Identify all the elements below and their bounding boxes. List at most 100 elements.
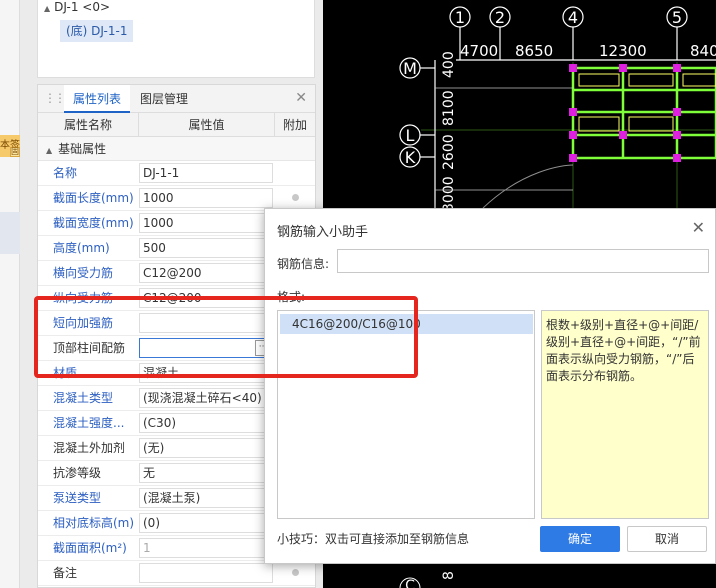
property-name: 混凝土类型 [53,391,114,405]
rebar-info-label: 钢筋信息: [277,257,330,271]
tree-node-child-selected[interactable]: (底) DJ-1-1 [60,20,134,42]
dialog-title: 钢筋输入小助手 [277,225,369,240]
attach-radio[interactable] [292,194,299,201]
property-value-cell: (C30) [139,411,275,435]
property-value-text: (无) [143,441,165,455]
property-value-cell: 1 [139,536,275,560]
dim-top-3: 12300 [599,42,647,60]
dim-left-4: 3000 [441,176,457,212]
property-value-text: (混凝土泵) [143,491,201,505]
dim-left-1: 400 [441,51,457,78]
property-value-input[interactable] [139,563,273,583]
property-value-cell: (无) [139,436,275,460]
property-value-text: 1000 [143,216,174,230]
property-row[interactable]: 名称 DJ-1-1 [38,161,315,186]
dim-top-4: 840 [690,42,716,60]
collapse-icon[interactable]: ▲ [46,146,52,155]
property-attach-cell [275,561,315,585]
collapse-icon[interactable]: ▲ [44,4,50,13]
property-value-text: 1000 [143,191,174,205]
property-name: 备注 [53,566,78,580]
property-value-input[interactable]: 1000 [139,188,273,208]
tab-property-list[interactable]: 属性列表 [64,85,130,113]
property-value-cell: C12@200 [139,261,275,285]
tab-layer-management[interactable]: 图层管理 [140,85,188,113]
axis-number-2: 2 [495,8,505,27]
property-value-cell: (现浇混凝土碎石<40) [139,386,275,410]
property-name: 混凝土强度... [53,416,125,430]
property-value-cell: 1000 [139,186,275,210]
property-name: 截面面积(m²) [53,541,127,555]
property-value-input[interactable]: 1 [139,538,273,558]
property-attach-cell [275,161,315,185]
property-value-cell: 500 [139,236,275,260]
property-value-cell: (0) [139,511,275,535]
format-description: 根数+级别+直径+@+间距/级别+直径+@+间距，“/”前面表示纵向受力钢筋，“… [541,310,709,519]
attach-radio[interactable] [292,569,299,576]
property-value-input[interactable]: 无 [139,463,273,483]
axis-letter-k: K [405,148,416,167]
axis-number-4: 4 [568,8,578,27]
property-value-input[interactable]: 1000 [139,213,273,233]
component-tree: ▲ DJ-1 <0> (底) DJ-1-1 [37,0,315,78]
property-value-text: C12@200 [143,266,202,280]
property-value-input[interactable]: C12@200 [139,263,273,283]
property-value-cell: 1000 [139,211,275,235]
property-attach-cell [275,186,315,210]
property-value-text: 1 [143,541,151,555]
group-label: 基础属性 [58,142,107,156]
left-tool-strip: 本签 固 [0,0,20,588]
axis-letter-m: M [403,59,417,78]
property-name: 名称 [53,166,78,180]
property-name: 横向受力筋 [53,266,114,280]
side-selection[interactable] [0,212,20,254]
property-group-basic[interactable]: ▲ 基础属性 [38,137,315,161]
side-tab-badge: 固 [10,147,20,157]
property-value-text: 500 [143,241,166,255]
property-name: 相对底标高(m) [53,516,135,530]
property-value-input[interactable]: (现浇混凝土碎石<40) [139,388,273,408]
dim-left-bottom: 8 [441,571,457,580]
property-value-text: (现浇混凝土碎石<40) [143,391,262,405]
property-name: 泵送类型 [53,491,102,505]
dim-left-3: 2600 [441,134,457,170]
axis-letter-l: L [406,126,415,145]
close-icon[interactable]: ✕ [295,90,307,106]
column-header-value: 属性值 [139,113,275,136]
property-value-input[interactable]: DJ-1-1 [139,163,273,183]
property-value-input[interactable]: (混凝土泵) [139,488,273,508]
tree-node-parent[interactable]: ▲ DJ-1 <0> [44,0,110,14]
property-name: 截面宽度(mm) [53,216,134,230]
annotation-highlight-box [34,296,418,378]
property-value-cell: DJ-1-1 [139,161,275,185]
ok-button[interactable]: 确定 [540,526,620,552]
property-value-cell: 无 [139,461,275,485]
rebar-info-input[interactable] [337,249,709,273]
property-name: 截面长度(mm) [53,191,134,205]
property-name: 高度(mm) [53,241,110,255]
property-value-text: (C30) [143,416,177,430]
property-value-input[interactable]: 500 [139,238,273,258]
tree-node-label: DJ-1 <0> [54,0,111,14]
property-value-cell [139,561,275,585]
property-value-cell: (混凝土泵) [139,486,275,510]
property-name: 混凝土外加剂 [53,441,126,455]
property-value-text: 无 [143,466,156,480]
tip-text: 小技巧：双击可直接添加至钢筋信息 [277,532,470,546]
property-tabbar: ⋮⋮ 属性列表 图层管理 ✕ [38,85,315,113]
column-header-name: 属性名称 [38,113,139,136]
close-icon[interactable]: ✕ [692,218,705,237]
drag-grip-icon[interactable]: ⋮⋮ [44,91,66,105]
property-value-input[interactable]: (0) [139,513,273,533]
cancel-button[interactable]: 取消 [627,526,707,552]
property-value-input[interactable]: (C30) [139,413,273,433]
axis-number-1: 1 [455,8,465,27]
property-row[interactable]: 备注 [38,561,315,586]
property-value-text: (0) [143,516,160,530]
rebar-input-assistant-dialog: 钢筋输入小助手 ✕ 钢筋信息: 格式: 4C16@200/C16@100 根数+… [264,208,716,564]
property-value-input[interactable]: (无) [139,438,273,458]
dim-left-2: 8100 [441,90,457,126]
axis-letter-c: C [405,578,415,588]
property-value-text: DJ-1-1 [143,166,180,180]
axis-number-5: 5 [672,8,682,27]
